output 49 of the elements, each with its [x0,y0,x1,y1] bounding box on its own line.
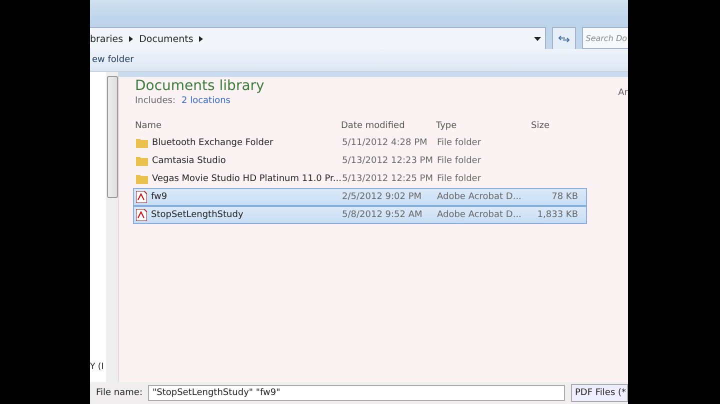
file-row[interactable]: Camtasia Studio 5/13/2012 12:23 PM File folder [133,152,587,170]
column-header[interactable]: Name [135,121,341,131]
column-header[interactable]: Type [436,121,531,131]
new-folder-button[interactable]: ew folder [90,55,136,65]
address-bar[interactable]: braries Documents [90,27,546,51]
file-row[interactable]: Vegas Movie Studio HD Platinum 11.0 Pr...5/13/2012 12:25 PM File folder [133,170,587,188]
type-cell-text: File folder [437,174,482,184]
file-name: Camtasia Studio [152,156,226,166]
file-name: Vegas Movie Studio HD Platinum 11.0 Pr... [152,174,342,184]
size-cell-text: 78 KB [550,192,579,202]
library-title: Documents library [135,78,264,94]
dropdown-icon[interactable] [534,37,541,41]
file-name-field[interactable]: "StopSetLengthStudy" "fw9" [148,385,565,401]
pdf-file-icon [136,191,147,203]
file-row[interactable]: StopSetLengthStudy 5/8/2012 9:52 AM Adobe Acrobat D... 1,833 KB [133,206,587,224]
type-cell-text: File folder [437,156,482,166]
chevron-icon[interactable] [199,36,204,42]
file-name: Bluetooth Exchange Folder [152,138,274,148]
scrollbar[interactable] [106,72,119,382]
folder-icon [136,156,148,166]
refresh-button[interactable] [552,27,576,51]
breadcrumb[interactable]: braries [90,34,124,44]
nav-item[interactable]: Y (I [90,362,106,372]
date-cell-text: 5/8/2012 9:52 AM [342,210,424,220]
pdf-file-icon [136,209,147,221]
folder-icon [136,138,148,148]
arrange-label[interactable]: Ar [618,88,628,98]
file-row[interactable]: fw9 2/5/2012 9:02 PM Adobe Acrobat D... 78 KB [133,188,587,206]
type-cell-text: Adobe Acrobat D... [437,192,522,202]
date-cell-text: 5/13/2012 12:25 PM [342,174,434,184]
type-cell-text: File folder [437,138,482,148]
date-cell-text: 5/13/2012 12:23 PM [342,156,434,166]
folder-icon [136,174,148,184]
chevron-icon[interactable] [129,36,134,42]
includes-label: Includes: [135,96,176,106]
breadcrumb[interactable]: Documents [139,34,194,44]
locations-link[interactable]: 2 locations [181,96,230,106]
date-cell-text: 5/11/2012 4:28 PM [342,138,428,148]
type-cell-text: Adobe Acrobat D... [437,210,522,220]
file-row[interactable]: Bluetooth Exchange Folder 5/11/2012 4:28 PM File folder [133,134,587,152]
size-cell-text: 1,833 KB [536,210,579,220]
refresh-icon[interactable] [558,34,570,44]
file-name: fw9 [151,192,168,202]
file-name: StopSetLengthStudy [151,210,244,220]
file-type-dropdown[interactable]: PDF Files (* [571,384,628,402]
date-cell-text: 2/5/2012 9:02 PM [342,192,423,202]
file-name-label: File name: [96,388,142,398]
column-header[interactable]: Date modified [341,121,436,131]
column-header[interactable]: Size [531,121,581,131]
